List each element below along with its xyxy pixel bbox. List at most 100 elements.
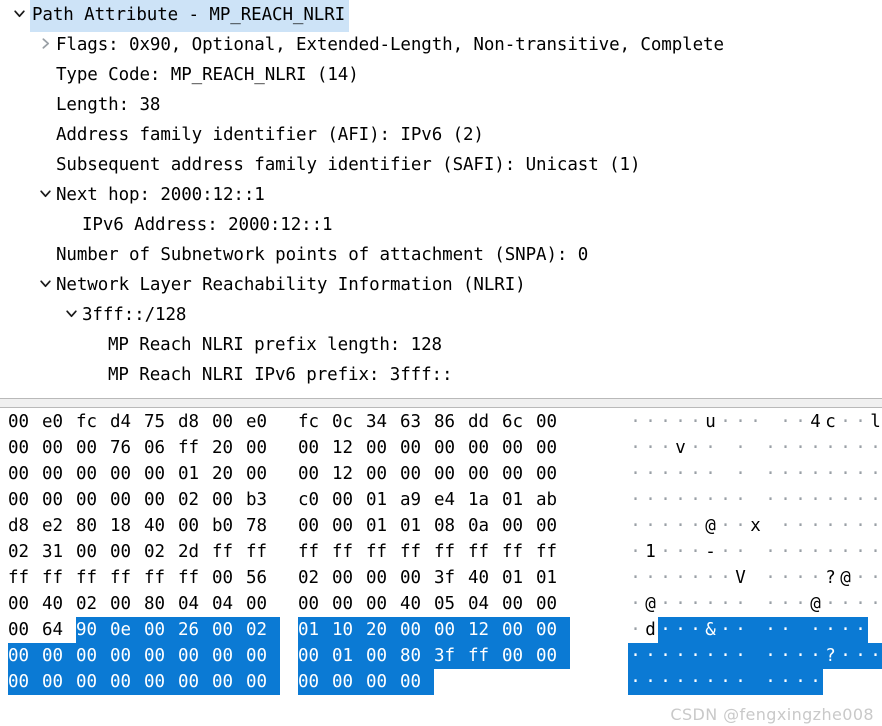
hex-byte[interactable]: 1a [468, 487, 502, 513]
hex-byte[interactable]: 00 [400, 565, 434, 591]
ascii-char[interactable]: · [763, 435, 778, 461]
ascii-char[interactable]: · [778, 669, 793, 695]
ascii-char[interactable]: · [733, 591, 748, 617]
ascii-char[interactable]: x [748, 513, 763, 539]
ascii-char[interactable]: · [763, 487, 778, 513]
ascii-char[interactable]: · [778, 591, 793, 617]
tree-row[interactable]: MP Reach NLRI prefix length: 128 [0, 330, 882, 360]
ascii-char[interactable]: · [853, 435, 868, 461]
ascii-char[interactable]: · [808, 513, 823, 539]
hex-byte[interactable]: 00 [502, 435, 536, 461]
hex-byte[interactable]: 20 [212, 435, 246, 461]
hex-byte[interactable]: 00 [400, 669, 434, 695]
ascii-char[interactable]: · [688, 409, 703, 435]
hex-byte[interactable]: 01 [298, 617, 332, 643]
hex-byte[interactable]: ff [502, 539, 536, 565]
ascii-char[interactable]: · [823, 513, 838, 539]
hex-byte[interactable]: e0 [246, 409, 280, 435]
hex-byte[interactable]: 00 [502, 617, 536, 643]
ascii-char[interactable]: · [688, 513, 703, 539]
ascii-char[interactable]: · [868, 565, 882, 591]
hex-byte[interactable]: ff [178, 435, 212, 461]
ascii-char[interactable]: · [838, 461, 853, 487]
ascii-char[interactable]: V [733, 565, 748, 591]
hex-byte[interactable]: 00 [298, 591, 332, 617]
ascii-char[interactable]: · [718, 617, 733, 643]
ascii-char[interactable]: · [763, 669, 778, 695]
hex-byte[interactable]: 26 [178, 617, 212, 643]
hex-byte[interactable]: 00 [76, 435, 110, 461]
ascii-char[interactable]: · [658, 409, 673, 435]
ascii-char[interactable]: · [778, 643, 793, 669]
ascii-char[interactable]: · [868, 435, 882, 461]
hex-byte[interactable]: 00 [42, 669, 76, 695]
hex-byte[interactable]: 00 [298, 435, 332, 461]
ascii-char[interactable]: · [643, 513, 658, 539]
hex-byte[interactable]: c0 [298, 487, 332, 513]
ascii-char[interactable]: · [673, 643, 688, 669]
ascii-char[interactable]: · [808, 461, 823, 487]
ascii-char[interactable]: 1 [643, 539, 658, 565]
hex-byte[interactable]: ab [536, 487, 570, 513]
ascii-char[interactable]: · [628, 591, 643, 617]
tree-row[interactable]: Path Attribute - MP_REACH_NLRI [0, 0, 882, 32]
tree-row[interactable]: 3fff::/128 [0, 300, 882, 330]
hex-byte[interactable]: ff [212, 539, 246, 565]
ascii-char[interactable]: · [703, 669, 718, 695]
ascii-char[interactable]: · [838, 539, 853, 565]
hex-byte[interactable]: 00 [76, 539, 110, 565]
hex-byte[interactable]: 00 [246, 669, 280, 695]
ascii-char[interactable]: · [688, 617, 703, 643]
hex-byte[interactable]: 12 [332, 461, 366, 487]
hex-byte[interactable]: ff [144, 565, 178, 591]
ascii-char[interactable]: · [838, 591, 853, 617]
hex-byte[interactable]: ff [468, 539, 502, 565]
hex-bytes[interactable]: 00 40 02 00 80 04 04 00 00 00 00 40 05 04 00 00 [8, 591, 570, 617]
hex-byte[interactable]: 75 [144, 409, 178, 435]
ascii-char[interactable]: · [763, 539, 778, 565]
ascii-char[interactable]: d [643, 617, 658, 643]
ascii-char[interactable] [748, 539, 763, 565]
ascii-bytes[interactable]: · · · · · · · · · · · · [628, 669, 823, 695]
hex-byte[interactable]: 20 [366, 617, 400, 643]
hex-byte[interactable]: 64 [42, 617, 76, 643]
hex-byte[interactable]: 31 [42, 539, 76, 565]
hex-byte[interactable]: 00 [8, 409, 42, 435]
hex-byte[interactable]: 56 [246, 565, 280, 591]
hex-byte[interactable]: 00 [298, 513, 332, 539]
hex-row[interactable]: 00 00 00 00 00 02 00 b3 c0 00 01 a9 e4 1a 01 ab · · · · · · · ·… [0, 487, 882, 513]
ascii-char[interactable]: · [793, 669, 808, 695]
ascii-char[interactable]: @ [703, 513, 718, 539]
tree-row[interactable]: MP Reach NLRI IPv6 prefix: 3fff:: [0, 360, 882, 390]
ascii-char[interactable]: · [703, 461, 718, 487]
ascii-char[interactable]: · [793, 591, 808, 617]
ascii-char[interactable]: · [823, 435, 838, 461]
hex-byte[interactable]: 00 [110, 487, 144, 513]
hex-byte[interactable]: 00 [502, 591, 536, 617]
ascii-char[interactable]: & [703, 617, 718, 643]
ascii-char[interactable]: · [868, 643, 882, 669]
hex-row[interactable]: 00 64 90 0e 00 26 00 02 01 10 20 00 00 12 00 00 · d · · · & · ·… [0, 617, 882, 643]
hex-byte[interactable]: e4 [434, 487, 468, 513]
ascii-char[interactable]: · [793, 461, 808, 487]
hex-byte[interactable]: 00 [8, 669, 42, 695]
hex-byte[interactable]: 00 [8, 487, 42, 513]
ascii-bytes[interactable]: ·1···-·· ········· [628, 539, 882, 565]
hex-byte[interactable]: 00 [212, 669, 246, 695]
hex-byte[interactable]: 00 [8, 591, 42, 617]
hex-byte[interactable]: d8 [178, 409, 212, 435]
hex-byte[interactable]: 02 [178, 487, 212, 513]
ascii-char[interactable]: · [688, 461, 703, 487]
hex-byte[interactable]: 0e [110, 617, 144, 643]
hex-byte[interactable]: 01 [400, 513, 434, 539]
hex-byte[interactable]: 00 [42, 487, 76, 513]
hex-byte[interactable]: a9 [400, 487, 434, 513]
hex-byte[interactable]: 00 [8, 617, 42, 643]
hex-byte[interactable]: 00 [76, 461, 110, 487]
tree-row[interactable]: Next hop: 2000:12::1 [0, 180, 882, 210]
ascii-char[interactable]: · [628, 539, 643, 565]
ascii-char[interactable]: · [628, 487, 643, 513]
hex-byte[interactable]: ff [332, 539, 366, 565]
ascii-char[interactable]: · [853, 513, 868, 539]
ascii-char[interactable]: 4 [808, 409, 823, 435]
